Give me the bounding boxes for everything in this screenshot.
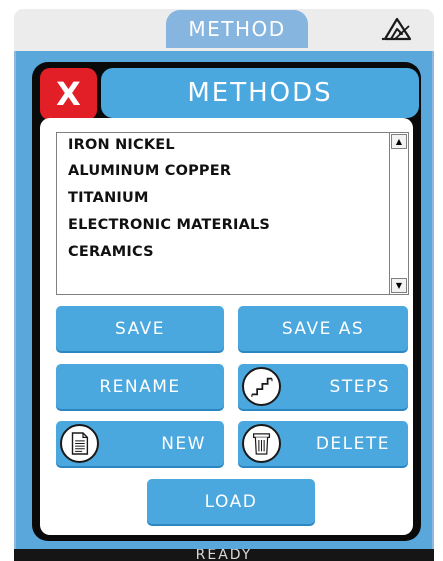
- load-button[interactable]: LOAD: [147, 479, 315, 524]
- scroll-up-arrow-icon[interactable]: ▲: [391, 134, 407, 149]
- list-item[interactable]: ALUMINUM COPPER: [68, 160, 231, 182]
- status-bar: READY: [14, 549, 434, 561]
- brand-logo-icon: [381, 17, 412, 41]
- scroll-down-arrow-icon[interactable]: ▼: [391, 278, 407, 293]
- dialog-title: METHODS: [101, 68, 419, 118]
- stairs-icon: [242, 367, 281, 406]
- save-as-button-label: SAVE AS: [281, 318, 365, 339]
- save-button-label: SAVE: [114, 318, 166, 339]
- close-button[interactable]: X: [40, 68, 97, 120]
- delete-button-label: DELETE: [315, 433, 390, 454]
- close-icon: X: [56, 75, 81, 113]
- list-scrollbar[interactable]: ▲ ▼: [389, 133, 408, 294]
- trash-can-icon: [242, 424, 281, 463]
- rename-button-label: RENAME: [99, 376, 181, 397]
- new-button-label: NEW: [161, 433, 206, 454]
- new-button[interactable]: NEW: [56, 421, 224, 466]
- load-button-label: LOAD: [204, 491, 258, 512]
- method-list[interactable]: IRON NICKEL ALUMINUM COPPER TITANIUM ELE…: [56, 132, 409, 295]
- list-item[interactable]: CERAMICS: [68, 241, 154, 263]
- list-item[interactable]: ELECTRONIC MATERIALS: [68, 214, 270, 236]
- save-button[interactable]: SAVE: [56, 306, 224, 351]
- status-text: READY: [195, 549, 253, 561]
- list-item[interactable]: IRON NICKEL: [68, 134, 175, 156]
- method-screen: METHOD X METHODS IRON NICKEL ALUMINUM CO…: [0, 0, 443, 561]
- document-icon: [60, 424, 99, 463]
- list-item[interactable]: TITANIUM: [68, 187, 149, 209]
- save-as-button[interactable]: SAVE AS: [238, 306, 408, 351]
- tab-method[interactable]: METHOD: [166, 10, 308, 48]
- steps-button-label: STEPS: [329, 376, 390, 397]
- steps-button[interactable]: STEPS: [238, 364, 408, 409]
- rename-button[interactable]: RENAME: [56, 364, 224, 409]
- delete-button[interactable]: DELETE: [238, 421, 408, 466]
